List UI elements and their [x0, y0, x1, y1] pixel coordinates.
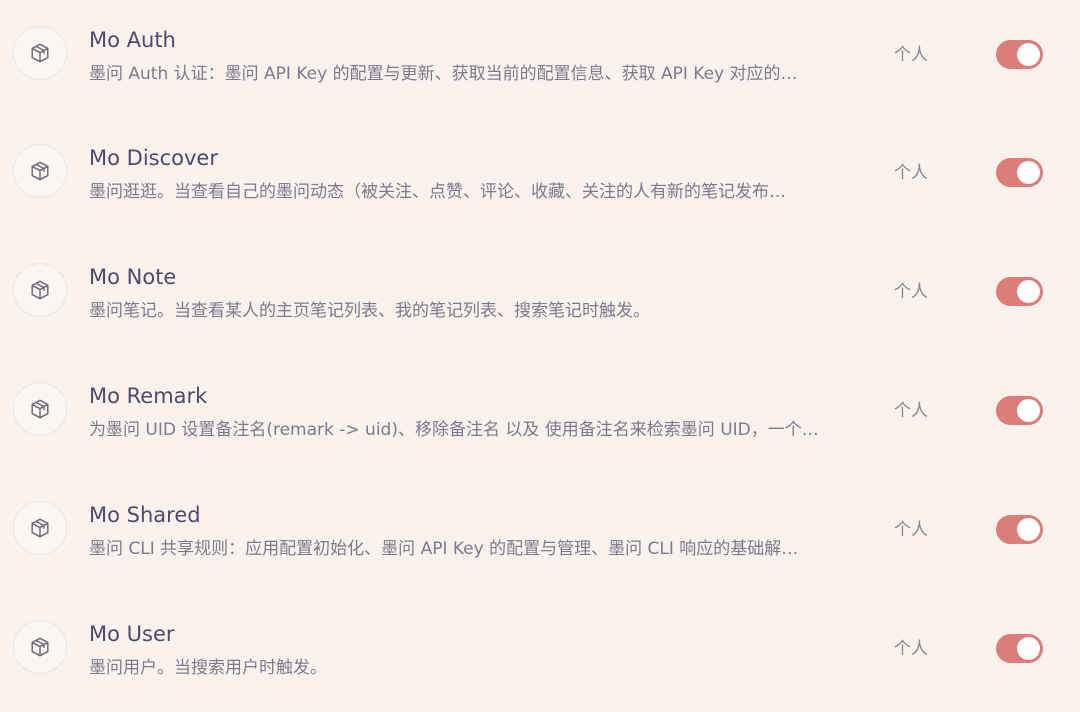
skill-title: Mo Note [89, 265, 177, 289]
skill-title: Mo Remark [89, 384, 208, 408]
skill-title: Mo User [89, 622, 175, 646]
toggle-knob [1017, 399, 1040, 422]
toggle-knob [1017, 280, 1040, 303]
skill-enable-toggle[interactable] [996, 40, 1043, 69]
cube-icon [13, 26, 67, 80]
skill-scope-label: 个人 [894, 520, 928, 540]
skills-list: Mo Auth 墨问 Auth 认证：墨问 API Key 的配置与更新、获取当… [0, 0, 1080, 704]
skill-description: 墨问 Auth 认证：墨问 API Key 的配置与更新、获取当前的配置信息、获… [89, 64, 798, 84]
cube-icon [13, 620, 67, 674]
skill-row-mo-user[interactable]: Mo User 墨问用户。当搜索用户时触发。 个人 [0, 594, 1080, 712]
toggle-knob [1017, 518, 1040, 541]
cube-icon [13, 382, 67, 436]
toggle-knob [1017, 43, 1040, 66]
skill-row-mo-auth[interactable]: Mo Auth 墨问 Auth 认证：墨问 API Key 的配置与更新、获取当… [0, 0, 1080, 118]
skill-title: Mo Auth [89, 28, 176, 52]
skill-enable-toggle[interactable] [996, 515, 1043, 544]
skill-enable-toggle[interactable] [996, 634, 1043, 663]
skill-title: Mo Shared [89, 503, 201, 527]
skill-description: 墨问笔记。当查看某人的主页笔记列表、我的笔记列表、搜索笔记时触发。 [89, 301, 650, 321]
cube-icon [13, 263, 67, 317]
skill-scope-label: 个人 [894, 45, 928, 65]
toggle-knob [1017, 161, 1040, 184]
skill-description: 墨问用户。当搜索用户时触发。 [89, 658, 327, 678]
skill-scope-label: 个人 [894, 639, 928, 659]
skill-row-mo-discover[interactable]: Mo Discover 墨问逛逛。当查看自己的墨问动态（被关注、点赞、评论、收藏… [0, 118, 1080, 236]
skill-enable-toggle[interactable] [996, 277, 1043, 306]
skill-description: 墨问逛逛。当查看自己的墨问动态（被关注、点赞、评论、收藏、关注的人有新的笔记发布… [89, 182, 786, 202]
skill-title: Mo Discover [89, 146, 218, 170]
skill-enable-toggle[interactable] [996, 396, 1043, 425]
skill-scope-label: 个人 [894, 282, 928, 302]
skill-row-mo-shared[interactable]: Mo Shared 墨问 CLI 共享规则：应用配置初始化、墨问 API Key… [0, 475, 1080, 593]
skill-scope-label: 个人 [894, 163, 928, 183]
cube-icon [13, 501, 67, 555]
cube-icon [13, 144, 67, 198]
toggle-knob [1017, 637, 1040, 660]
skill-description: 墨问 CLI 共享规则：应用配置初始化、墨问 API Key 的配置与管理、墨问… [89, 539, 799, 559]
skill-scope-label: 个人 [894, 401, 928, 421]
skill-enable-toggle[interactable] [996, 158, 1043, 187]
skill-row-mo-remark[interactable]: Mo Remark 为墨问 UID 设置备注名(remark -> uid)、移… [0, 356, 1080, 474]
skill-row-mo-note[interactable]: Mo Note 墨问笔记。当查看某人的主页笔记列表、我的笔记列表、搜索笔记时触发… [0, 237, 1080, 355]
skill-description: 为墨问 UID 设置备注名(remark -> uid)、移除备注名 以及 使用… [89, 420, 819, 440]
